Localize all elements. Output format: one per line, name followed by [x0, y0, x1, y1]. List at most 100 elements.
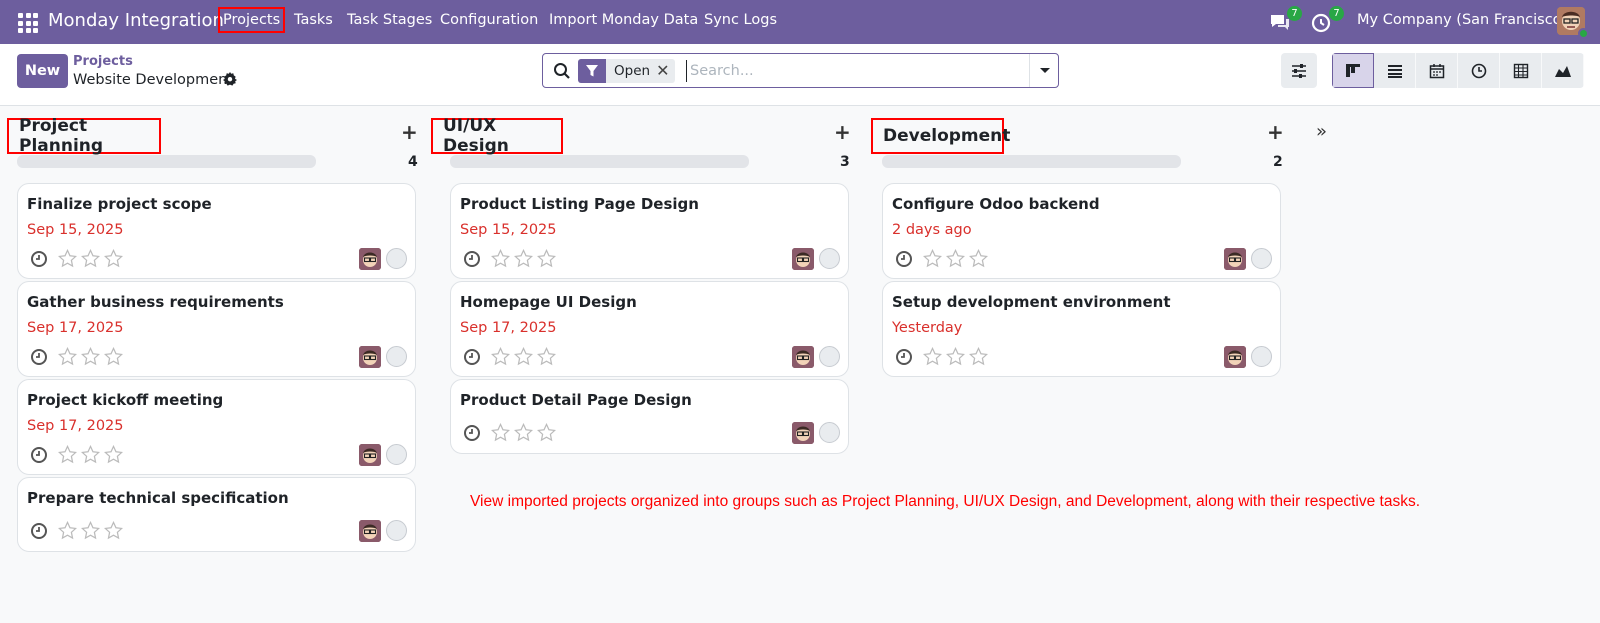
search-options-toggle[interactable] [1029, 54, 1059, 87]
apps-grid-icon[interactable] [16, 11, 38, 33]
column-progress-bar[interactable] [17, 155, 316, 168]
star-icon[interactable] [537, 423, 556, 442]
kanban-state-toggle[interactable] [386, 346, 407, 367]
star-icon[interactable] [81, 347, 100, 366]
remove-facet-icon[interactable]: ✕ [656, 59, 675, 83]
list-view-icon[interactable] [1374, 53, 1416, 88]
menu-projects[interactable]: Projects [217, 7, 286, 33]
activities-clock-icon[interactable]: 7 [1310, 6, 1344, 34]
clock-icon[interactable] [30, 348, 48, 366]
column-progress-bar[interactable] [450, 155, 749, 168]
assignee-avatar[interactable] [792, 248, 814, 270]
star-icon[interactable] [58, 249, 77, 268]
star-icon[interactable] [514, 249, 533, 268]
kanban-state-toggle[interactable] [386, 520, 407, 541]
star-icon[interactable] [81, 445, 100, 464]
star-icon[interactable] [923, 347, 942, 366]
star-icon[interactable] [58, 521, 77, 540]
priority-stars[interactable] [491, 347, 556, 366]
column-progress-bar[interactable] [882, 155, 1181, 168]
menu-import-monday-data[interactable]: Import Monday Data [549, 12, 698, 28]
add-task-icon[interactable]: + [401, 120, 418, 144]
add-task-icon[interactable]: + [834, 120, 851, 144]
kanban-state-toggle[interactable] [1251, 346, 1272, 367]
company-switcher[interactable]: My Company (San Francisco) [1357, 12, 1567, 28]
kanban-card[interactable]: Project kickoff meeting Sep 17, 2025 [17, 379, 416, 475]
priority-stars[interactable] [491, 423, 556, 442]
assignee-avatar[interactable] [359, 346, 381, 368]
graph-view-icon[interactable] [1542, 53, 1584, 88]
kanban-state-toggle[interactable] [819, 346, 840, 367]
star-icon[interactable] [58, 347, 77, 366]
clock-icon[interactable] [30, 446, 48, 464]
menu-tasks[interactable]: Tasks [294, 12, 333, 28]
new-button[interactable]: New [17, 54, 68, 88]
menu-task-stages[interactable]: Task Stages [347, 12, 432, 28]
star-icon[interactable] [58, 445, 77, 464]
kanban-state-toggle[interactable] [819, 248, 840, 269]
kanban-card[interactable]: Setup development environment Yesterday [882, 281, 1281, 377]
column-header[interactable]: UI/UX Design [431, 116, 563, 156]
kanban-card[interactable]: Product Detail Page Design [450, 379, 849, 454]
priority-stars[interactable] [491, 249, 556, 268]
kanban-card[interactable]: Homepage UI Design Sep 17, 2025 [450, 281, 849, 377]
clock-icon[interactable] [30, 522, 48, 540]
assignee-avatar[interactable] [359, 520, 381, 542]
messages-icon[interactable]: 7 [1268, 6, 1302, 34]
star-icon[interactable] [946, 347, 965, 366]
kanban-state-toggle[interactable] [1251, 248, 1272, 269]
menu-sync-logs[interactable]: Sync Logs [704, 12, 777, 28]
kanban-card[interactable]: Finalize project scope Sep 15, 2025 [17, 183, 416, 279]
star-icon[interactable] [969, 249, 988, 268]
star-icon[interactable] [81, 521, 100, 540]
priority-stars[interactable] [58, 521, 123, 540]
kanban-state-toggle[interactable] [819, 422, 840, 443]
assignee-avatar[interactable] [1224, 248, 1246, 270]
clock-icon[interactable] [30, 250, 48, 268]
priority-stars[interactable] [923, 249, 988, 268]
user-avatar[interactable] [1557, 7, 1589, 39]
clock-icon[interactable] [895, 348, 913, 366]
breadcrumb-projects[interactable]: Projects [73, 54, 133, 69]
kanban-view-icon[interactable] [1332, 53, 1374, 88]
pivot-view-icon[interactable] [1500, 53, 1542, 88]
star-icon[interactable] [537, 249, 556, 268]
star-icon[interactable] [81, 249, 100, 268]
priority-stars[interactable] [58, 249, 123, 268]
star-icon[interactable] [514, 423, 533, 442]
search-facet-open[interactable]: Open ✕ [578, 59, 676, 83]
star-icon[interactable] [104, 521, 123, 540]
search-input[interactable] [686, 60, 1006, 82]
assignee-avatar[interactable] [359, 248, 381, 270]
star-icon[interactable] [969, 347, 988, 366]
menu-configuration[interactable]: Configuration [440, 12, 538, 28]
search-icon[interactable] [553, 62, 571, 80]
star-icon[interactable] [104, 347, 123, 366]
kanban-card[interactable]: Gather business requirements Sep 17, 202… [17, 281, 416, 377]
sliders-icon[interactable] [1281, 53, 1317, 88]
kanban-state-toggle[interactable] [386, 444, 407, 465]
app-title[interactable]: Monday Integration [48, 10, 224, 31]
star-icon[interactable] [491, 249, 510, 268]
expand-folded-columns-icon[interactable]: » [1316, 121, 1327, 142]
star-icon[interactable] [514, 347, 533, 366]
assignee-avatar[interactable] [359, 444, 381, 466]
star-icon[interactable] [104, 445, 123, 464]
kanban-card[interactable]: Product Listing Page Design Sep 15, 2025 [450, 183, 849, 279]
gear-icon[interactable] [222, 71, 238, 87]
assignee-avatar[interactable] [792, 346, 814, 368]
assignee-avatar[interactable] [1224, 346, 1246, 368]
star-icon[interactable] [491, 347, 510, 366]
star-icon[interactable] [946, 249, 965, 268]
column-header[interactable]: Development [871, 118, 1010, 154]
column-header[interactable]: Project Planning [7, 116, 161, 156]
star-icon[interactable] [923, 249, 942, 268]
add-task-icon[interactable]: + [1267, 120, 1284, 144]
clock-icon[interactable] [463, 348, 481, 366]
kanban-state-toggle[interactable] [386, 248, 407, 269]
star-icon[interactable] [537, 347, 556, 366]
priority-stars[interactable] [58, 347, 123, 366]
star-icon[interactable] [491, 423, 510, 442]
kanban-card[interactable]: Configure Odoo backend 2 days ago [882, 183, 1281, 279]
assignee-avatar[interactable] [792, 422, 814, 444]
